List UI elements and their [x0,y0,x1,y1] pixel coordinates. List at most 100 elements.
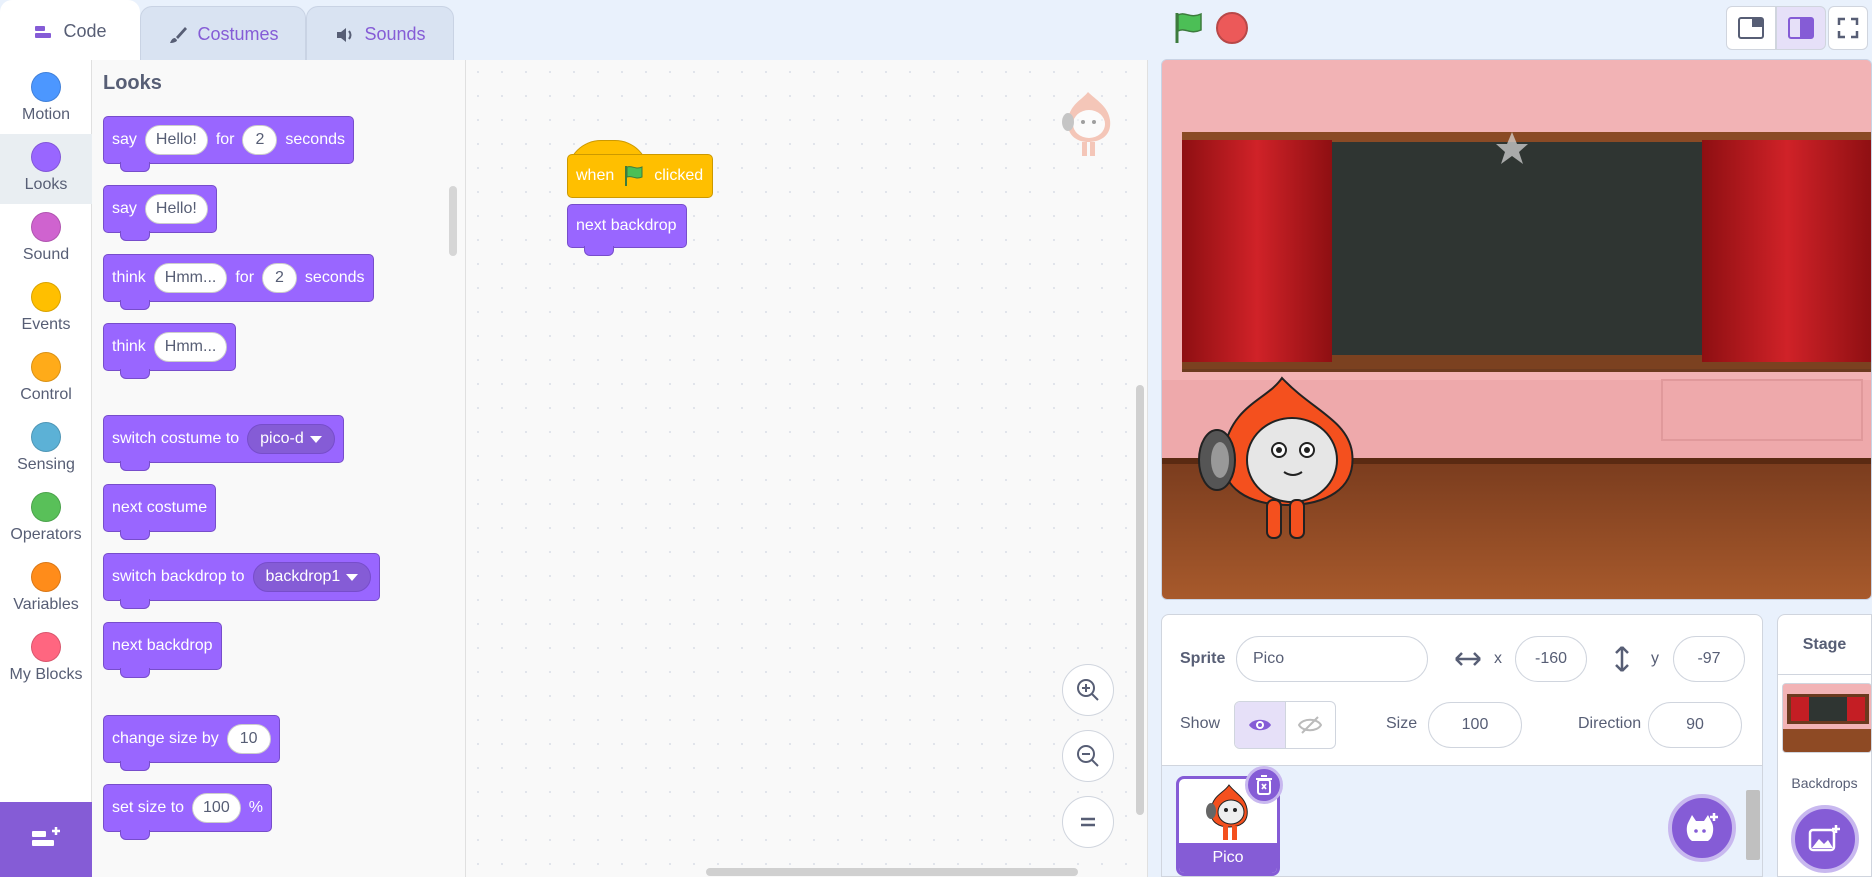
sprite-label: Sprite [1180,650,1226,667]
block-text: when [576,167,615,184]
block-text: switch backdrop to [112,568,245,585]
block-next-costume[interactable]: next costume [103,484,217,540]
category-menu: Motion Looks Sound Events Control Sensin… [0,60,92,802]
when-flag-clicked-block[interactable]: when clicked [567,140,715,198]
x-input[interactable]: -160 [1515,636,1587,682]
category-operators[interactable]: Operators [0,484,92,554]
category-sensing[interactable]: Sensing [0,414,92,484]
stage-target-panel[interactable]: Stage Backdrops [1777,614,1872,877]
sprite-list-scrollbar[interactable] [1746,790,1760,860]
block-text: seconds [285,131,345,148]
category-sound[interactable]: Sound [0,204,92,274]
tab-costumes[interactable]: Costumes [140,6,306,62]
editor-tabs: Code Costumes Sounds [0,0,460,62]
message-input[interactable]: Hmm... [153,332,228,362]
fullscreen-button[interactable] [1828,6,1868,50]
zoom-in-button[interactable] [1062,664,1114,716]
zoom-in-icon [1077,679,1099,701]
block-say-for-secs[interactable]: say Hello! for 2 seconds [103,116,354,172]
choose-sprite-button[interactable] [1668,794,1736,862]
palette-scrollbar[interactable] [449,186,457,256]
equals-icon [1081,817,1095,827]
category-control[interactable]: Control [0,344,92,414]
block-text: think [112,338,146,355]
costume-dropdown[interactable]: pico-d [247,424,335,454]
backdrop-dropdown[interactable]: backdrop1 [252,562,372,592]
green-flag-icon[interactable] [1170,10,1206,46]
show-visible-button[interactable] [1235,702,1286,748]
size-input[interactable]: 100 [192,793,241,823]
stage-size-toggle [1726,6,1868,50]
zoom-out-button[interactable] [1062,730,1114,782]
direction-input[interactable]: 90 [1648,702,1742,748]
category-my-blocks[interactable]: My Blocks [0,624,92,694]
block-next-backdrop[interactable]: next backdrop [103,622,222,678]
category-variables[interactable]: Variables [0,554,92,624]
script-area[interactable]: when clicked next backdrop [466,60,1148,877]
category-label: Events [21,316,71,333]
sprite-name-input[interactable]: Pico [1236,636,1428,682]
tab-sounds-label: Sounds [364,24,426,44]
block-change-size[interactable]: change size by 10 [103,715,280,771]
show-hidden-button[interactable] [1286,702,1336,748]
backdrops-label: Backdrops [1791,775,1858,791]
control-dot-icon [31,352,61,382]
zoom-out-icon [1077,745,1099,767]
choose-backdrop-button[interactable] [1791,805,1859,873]
block-set-size[interactable]: set size to 100 % [103,784,272,840]
tab-code[interactable]: Code [0,0,140,62]
message-input[interactable]: Hello! [144,125,208,155]
caret-down-icon [346,573,359,581]
block-think-for-secs[interactable]: think Hmm... for 2 seconds [103,254,374,310]
block-switch-backdrop[interactable]: switch backdrop to backdrop1 [103,553,381,609]
block-think[interactable]: think Hmm... [103,323,237,379]
x-label: x [1494,650,1502,667]
stage-backdrop [1162,60,1871,599]
large-stage-button[interactable] [1776,6,1826,50]
message-input[interactable]: Hmm... [153,263,228,293]
seconds-input[interactable]: 2 [262,263,297,293]
trash-icon [1256,775,1272,795]
stage-canvas[interactable] [1161,59,1872,600]
category-looks[interactable]: Looks [0,134,92,204]
delete-sprite-button[interactable] [1245,766,1283,804]
category-events[interactable]: Events [0,274,92,344]
block-text: seconds [304,269,365,286]
zoom-reset-button[interactable] [1062,796,1114,848]
block-say[interactable]: say Hello! [103,185,217,241]
add-extension-button[interactable] [0,802,92,877]
next-backdrop-block[interactable]: next backdrop [567,204,687,256]
show-toggle [1234,701,1336,749]
backdrop-thumbnail[interactable] [1782,683,1872,753]
block-switch-costume[interactable]: switch costume to pico-d [103,415,344,471]
category-label: Motion [21,106,71,123]
size-input[interactable]: 100 [1428,702,1522,748]
backdrop-thumb-image [1783,684,1871,752]
block-text: for [215,131,235,148]
dropdown-value: backdrop1 [265,568,341,585]
block-text: next backdrop [112,637,213,654]
brush-icon [170,26,188,43]
direction-label: Direction [1578,715,1642,732]
script-horizontal-scrollbar[interactable] [706,868,1078,876]
green-flag-icon [625,166,643,186]
size-change-input[interactable]: 10 [226,724,271,754]
script-vertical-scrollbar[interactable] [1136,385,1144,815]
block-text: switch costume to [112,430,240,447]
block-text: for [235,269,255,286]
block-text: think [112,269,146,286]
large-stage-icon [1788,17,1814,39]
message-input[interactable]: Hello! [144,194,208,224]
seconds-input[interactable]: 2 [242,125,278,155]
hat-body: when clicked [567,154,713,198]
tab-sounds[interactable]: Sounds [306,6,454,62]
y-input[interactable]: -97 [1673,636,1745,682]
category-motion[interactable]: Motion [0,64,92,134]
block-text: next backdrop [576,217,677,234]
variables-dot-icon [31,562,61,592]
stage-header [1160,0,1872,58]
stop-icon[interactable] [1216,12,1248,44]
looks-dot-icon [31,142,61,172]
small-stage-button[interactable] [1726,6,1776,50]
image-add-icon [1808,825,1840,852]
